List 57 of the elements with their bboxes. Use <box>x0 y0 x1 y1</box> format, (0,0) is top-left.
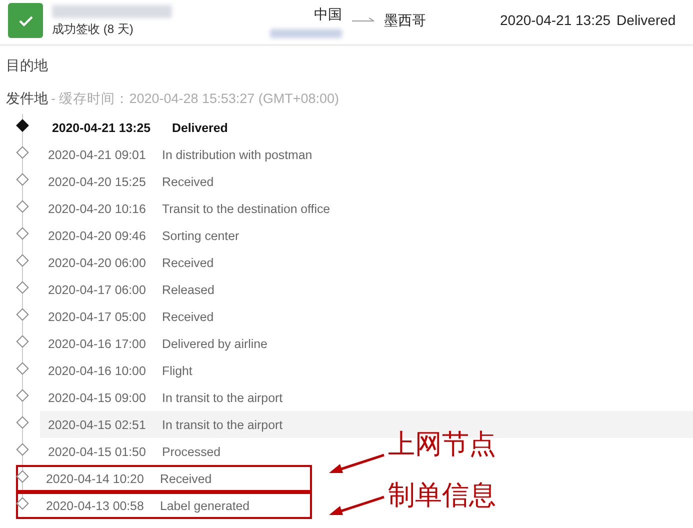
event-row[interactable]: 2020-04-20 10:16 Transit to the destination office <box>16 195 332 222</box>
event-row[interactable]: 2020-04-20 09:46 Sorting center <box>16 222 312 249</box>
event-time: 2020-04-20 15:25 <box>47 174 147 188</box>
event-time: 2020-04-16 17:00 <box>47 336 147 350</box>
event-time: 2020-04-14 10:20 <box>45 472 145 486</box>
annotation-arrow <box>328 453 386 475</box>
origin-label: 发件地 <box>6 90 48 106</box>
event-row[interactable]: 2020-04-21 13:25 Delivered <box>16 114 312 141</box>
event-description: In transit to the airport <box>162 418 283 432</box>
event-row[interactable]: 2020-04-16 17:00 Delivered by airline <box>16 330 312 357</box>
event-description: Received <box>162 310 214 324</box>
annotation-label: 制单信息 <box>388 480 496 510</box>
event-time: 2020-04-20 10:16 <box>47 202 147 216</box>
destination-country: 墨西哥 <box>384 11 426 30</box>
event-description: Transit to the destination office <box>162 202 330 216</box>
event-time: 2020-04-15 02:51 <box>47 418 147 432</box>
event-time: 2020-04-17 06:00 <box>47 282 147 296</box>
event-description: In distribution with postman <box>162 148 312 162</box>
event-description: Delivered <box>172 120 228 134</box>
event-row[interactable]: 2020-04-14 10:20 Received <box>16 465 312 492</box>
event-description: Sorting center <box>162 228 240 242</box>
event-description: Released <box>162 282 214 296</box>
destination-label: 目的地 <box>5 56 49 75</box>
event-row[interactable]: 2020-04-17 06:00 Released <box>16 276 312 303</box>
event-row[interactable]: 2020-04-13 00:58 Label generated <box>16 492 312 519</box>
event-description: Label generated <box>160 498 250 512</box>
event-time: 2020-04-15 09:00 <box>47 390 147 404</box>
latest-status: Delivered <box>616 12 676 28</box>
event-time: 2020-04-21 13:25 <box>51 120 152 134</box>
event-description: Received <box>162 174 214 188</box>
event-row[interactable]: 2020-04-16 10:00 Flight <box>16 357 312 384</box>
event-description: Processed <box>162 444 221 458</box>
event-description: In transit to the airport <box>162 390 283 404</box>
latest-time: 2020-04-21 13:25 <box>500 12 611 28</box>
event-time: 2020-04-15 01:50 <box>47 444 147 458</box>
event-time: 2020-04-13 00:58 <box>45 498 145 512</box>
event-description: Received <box>160 472 212 486</box>
event-time: 2020-04-20 06:00 <box>47 256 147 270</box>
event-row[interactable]: 2020-04-17 05:00 Received <box>16 303 312 330</box>
event-time: 2020-04-16 10:00 <box>47 364 147 378</box>
event-row[interactable]: 2020-04-15 09:00 In transit to the airport <box>16 384 312 411</box>
cache-time: - 缓存时间：2020-04-28 15:53:27 (GMT+08:00) <box>51 91 340 106</box>
event-description: Flight <box>162 364 192 378</box>
event-row[interactable]: 2020-04-20 06:00 Received <box>16 249 312 276</box>
event-time: 2020-04-20 09:46 <box>47 228 147 242</box>
origin-country: 中国 <box>314 6 342 24</box>
event-row[interactable]: 2020-04-15 01:50 Processed <box>16 438 312 465</box>
annotation-arrow <box>328 495 386 517</box>
status-text: 成功签收 (8 天) <box>52 21 134 38</box>
check-icon <box>18 14 34 26</box>
event-row[interactable]: 2020-04-20 15:25 Received <box>16 168 312 195</box>
event-time: 2020-04-17 05:00 <box>47 310 147 324</box>
event-row[interactable]: 2020-04-21 09:01 In distribution with postman <box>16 141 314 168</box>
event-time: 2020-04-21 09:01 <box>47 148 147 162</box>
blurred-address <box>270 29 342 38</box>
event-description: Delivered by airline <box>162 336 268 350</box>
event-description: Received <box>162 256 214 270</box>
